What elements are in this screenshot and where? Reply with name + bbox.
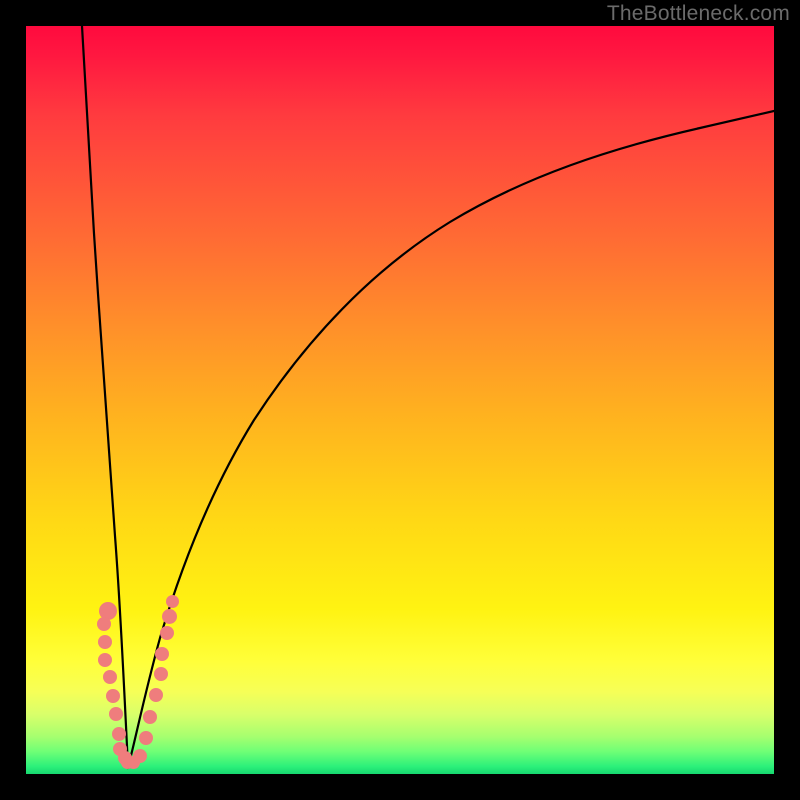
highlight-dot <box>112 727 126 741</box>
highlight-dot <box>155 647 169 661</box>
highlight-dot <box>133 749 147 763</box>
highlight-dot <box>149 688 163 702</box>
highlight-dot <box>97 617 111 631</box>
chart-frame: TheBottleneck.com <box>0 0 800 800</box>
highlight-dot <box>98 635 112 649</box>
highlight-dot <box>162 609 177 624</box>
highlight-dot <box>106 689 120 703</box>
highlight-dot <box>139 731 153 745</box>
highlight-dot <box>98 653 112 667</box>
highlight-dot <box>160 626 174 640</box>
plot-area <box>26 26 774 774</box>
highlight-dot <box>103 670 117 684</box>
highlight-dot <box>154 667 168 681</box>
highlight-dot <box>109 707 123 721</box>
watermark-label: TheBottleneck.com <box>607 2 790 26</box>
highlight-dot <box>166 595 179 608</box>
highlight-dot <box>143 710 157 724</box>
dot-cluster <box>26 26 774 774</box>
